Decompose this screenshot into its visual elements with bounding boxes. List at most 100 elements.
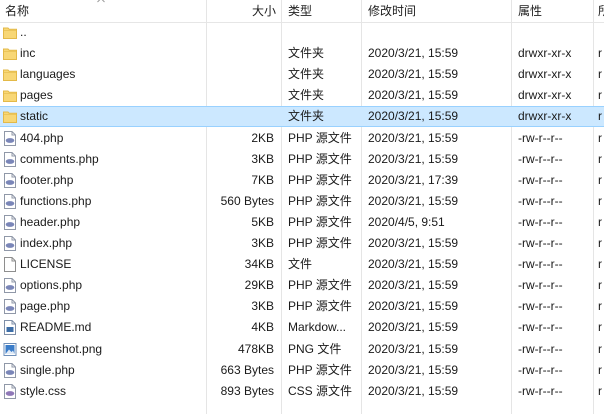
file-size: 34KB [244, 257, 274, 271]
php-file-icon [3, 215, 17, 230]
table-row[interactable]: comments.php 3KB PHP 源文件 2020/3/21, 15:59 -r… [0, 149, 604, 170]
file-extra [598, 22, 604, 43]
table-row[interactable]: single.php 663 Bytes PHP 源文件 2020/3/21, 15:… [0, 360, 604, 381]
table-row[interactable]: languages 文件夹 2020/3/21, 15:59 drwxr-xr-x r [0, 64, 604, 85]
table-row[interactable]: footer.php 7KB PHP 源文件 2020/3/21, 17:39 -rw-… [0, 170, 604, 191]
file-size: 893 Bytes [220, 384, 274, 398]
file-modified: 2020/3/21, 15:59 [368, 46, 459, 60]
php-file-icon [3, 299, 17, 314]
blank-file-icon [3, 257, 17, 272]
table-row[interactable]: options.php 29KB PHP 源文件 2020/3/21, 15:59 -r… [0, 275, 604, 296]
file-modified: 2020/3/21, 15:59 [368, 67, 459, 81]
file-list: 名称 大小 类型 修改时间 属性 所 .. inc 文件夹 2020/3/21, 15… [0, 0, 604, 414]
file-modified: 2020/3/21, 17:39 [368, 173, 459, 187]
file-name: languages [20, 67, 76, 81]
file-type [288, 22, 360, 43]
file-size: 29KB [244, 278, 274, 292]
file-type: 文件 [288, 257, 313, 271]
file-name: comments.php [20, 152, 99, 166]
file-attributes: drwxr-xr-x [518, 88, 572, 102]
file-size: 5KB [251, 215, 274, 229]
file-extra: r [598, 363, 602, 377]
column-header-extra[interactable]: 所 [598, 0, 604, 22]
file-modified: 2020/3/21, 15:59 [368, 131, 459, 145]
file-name: page.php [20, 299, 71, 313]
file-type: PHP 源文件 [288, 194, 352, 208]
file-modified: 2020/3/21, 15:59 [368, 342, 459, 356]
file-extra: r [598, 67, 602, 81]
file-modified: 2020/3/21, 15:59 [368, 194, 459, 208]
file-modified: 2020/3/21, 15:59 [368, 278, 459, 292]
table-row[interactable]: page.php 3KB PHP 源文件 2020/3/21, 15:59 -rw-r-… [0, 296, 604, 317]
file-extra: r [598, 384, 602, 398]
sort-ascending-icon [97, 0, 105, 3]
file-type: 文件夹 [288, 67, 325, 81]
php-file-icon [3, 152, 17, 167]
php-file-icon [3, 363, 17, 378]
file-attributes: -rw-r--r-- [518, 278, 563, 292]
file-attributes: drwxr-xr-x [518, 67, 572, 81]
table-row[interactable]: pages 文件夹 2020/3/21, 15:59 drwxr-xr-x r [0, 85, 604, 106]
folder-icon [3, 109, 17, 124]
file-name: .. [20, 25, 27, 39]
php-file-icon [3, 131, 17, 146]
file-attributes: -rw-r--r-- [518, 173, 563, 187]
file-name: LICENSE [20, 257, 72, 271]
file-name: header.php [20, 215, 81, 229]
file-extra: r [598, 299, 602, 313]
file-size: 3KB [251, 236, 274, 250]
file-modified: 2020/4/5, 9:51 [368, 215, 445, 229]
file-name: static [20, 109, 49, 123]
file-size: 560 Bytes [220, 194, 274, 208]
file-attributes: -rw-r--r-- [518, 363, 563, 377]
file-attributes: -rw-r--r-- [518, 257, 563, 271]
file-name: options.php [20, 278, 83, 292]
table-row[interactable]: README.md 4KB Markdow... 2020/3/21, 15:59 -r… [0, 317, 604, 338]
file-size: 3KB [251, 299, 274, 313]
table-row[interactable]: .. [0, 22, 604, 43]
file-attributes: -rw-r--r-- [518, 215, 563, 229]
table-row[interactable]: 404.php 2KB PHP 源文件 2020/3/21, 15:59 -rw-r--… [0, 128, 604, 149]
table-row[interactable]: inc 文件夹 2020/3/21, 15:59 drwxr-xr-x r [0, 43, 604, 64]
file-extra: r [598, 278, 602, 292]
file-name: screenshot.png [20, 342, 103, 356]
file-size: 663 Bytes [220, 363, 274, 377]
table-row[interactable]: LICENSE 34KB 文件 2020/3/21, 15:59 -rw-r--r-- r [0, 254, 604, 275]
file-attributes: -rw-r--r-- [518, 320, 563, 334]
file-size: 4KB [251, 320, 274, 334]
file-extra: r [598, 173, 602, 187]
file-modified: 2020/3/21, 15:59 [368, 299, 459, 313]
table-row[interactable]: style.css 893 Bytes CSS 源文件 2020/3/21, 15:5… [0, 381, 604, 402]
file-name: inc [20, 46, 36, 60]
file-modified [368, 22, 508, 43]
file-type: 文件夹 [288, 88, 325, 102]
file-attributes: drwxr-xr-x [518, 109, 572, 123]
table-row[interactable]: functions.php 560 Bytes PHP 源文件 2020/3/21, … [0, 191, 604, 212]
file-attributes: -rw-r--r-- [518, 131, 563, 145]
image-file-icon [3, 342, 17, 357]
file-type: CSS 源文件 [288, 384, 353, 398]
file-modified: 2020/3/21, 15:59 [368, 320, 459, 334]
file-attributes: -rw-r--r-- [518, 299, 563, 313]
file-modified: 2020/3/21, 15:59 [368, 384, 459, 398]
file-attributes: -rw-r--r-- [518, 384, 563, 398]
file-extra: r [598, 109, 602, 123]
file-type: PHP 源文件 [288, 236, 352, 250]
file-size [208, 106, 274, 127]
file-size: 7KB [251, 173, 274, 187]
file-attributes: drwxr-xr-x [518, 46, 572, 60]
column-header-type[interactable]: 类型 [288, 0, 358, 22]
column-header-name[interactable]: 名称 [5, 0, 200, 22]
table-row[interactable]: index.php 3KB PHP 源文件 2020/3/21, 15:59 -rw-r… [0, 233, 604, 254]
file-modified: 2020/3/21, 15:59 [368, 236, 459, 250]
file-extra: r [598, 194, 602, 208]
table-row[interactable]: screenshot.png 478KB PNG 文件 2020/3/21, 15:5… [0, 339, 604, 360]
table-row[interactable]: header.php 5KB PHP 源文件 2020/4/5, 9:51 -rw-r-… [0, 212, 604, 233]
file-size [208, 43, 274, 64]
file-extra: r [598, 320, 602, 334]
column-header-size[interactable]: 大小 [210, 0, 276, 22]
column-header-modified[interactable]: 修改时间 [368, 0, 508, 22]
column-header-attributes[interactable]: 属性 [518, 0, 598, 22]
file-name: 404.php [20, 131, 64, 145]
table-row-selected[interactable]: static 文件夹 2020/3/21, 15:59 drwxr-xr-x r [0, 106, 604, 127]
